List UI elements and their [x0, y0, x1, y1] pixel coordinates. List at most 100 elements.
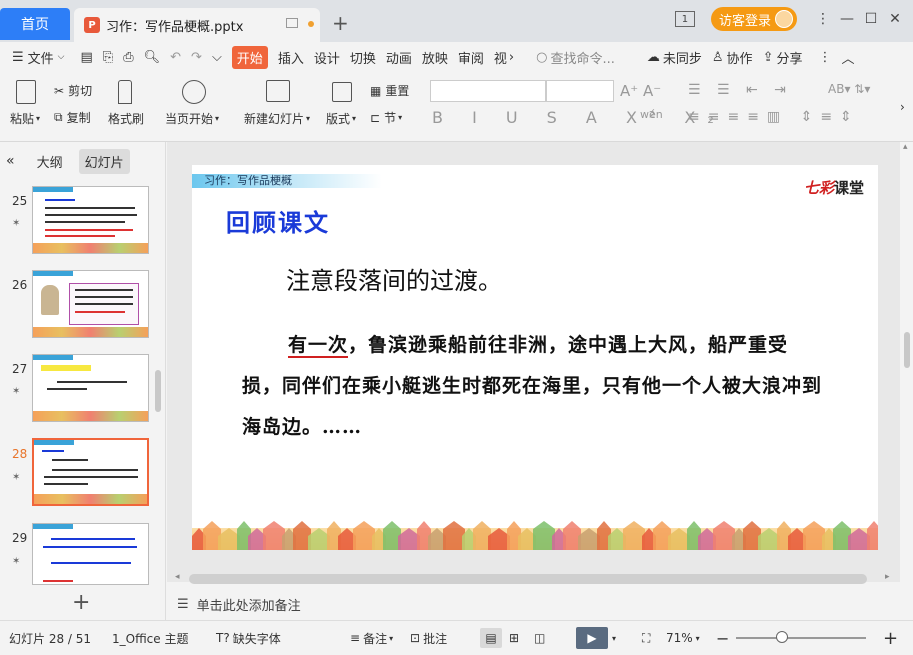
cut-button[interactable]: ✂ 剪切 [54, 82, 92, 99]
maximize-button[interactable]: ☐ [859, 11, 883, 27]
status-bar: 幻灯片 28 / 51 1_Office 主题 T? 缺失字体 ≡ 备注 ▾ ⊡ 批注 … [0, 620, 913, 655]
slide-subtitle[interactable]: 注意段落间的过渡。 [286, 261, 502, 296]
command-search-placeholder: 查找命令... [550, 51, 615, 67]
menu-tab-design[interactable]: 设计 [314, 48, 340, 67]
reading-view-icon[interactable]: ◫ [534, 631, 545, 645]
fit-window-icon[interactable]: ⛶ [642, 631, 650, 646]
print-preview-icon[interactable]: 🔍︎ [144, 50, 161, 65]
comments-toggle[interactable]: ⊡ 批注 [410, 630, 447, 647]
font-size-select[interactable] [546, 80, 614, 102]
collab-button[interactable]: ♙ 协作 [712, 48, 753, 67]
pinyin-icon[interactable]: wén [640, 108, 663, 121]
document-tab[interactable]: P 习作：写作品梗概.pptx [74, 8, 320, 42]
brush-icon [118, 80, 132, 104]
menu-tab-transition[interactable]: 切换 [350, 48, 376, 67]
copy-button[interactable]: ⧉ 复制 [54, 109, 91, 126]
home-tab[interactable]: 首页 [0, 8, 70, 40]
slide-thumb-25[interactable] [32, 186, 149, 254]
file-menu[interactable]: ☰ 文件 ⌵ [12, 48, 65, 67]
vertical-scroll-thumb[interactable] [904, 332, 910, 368]
section-label: 节 [384, 111, 397, 125]
unsaved-dot-icon [308, 21, 314, 27]
from-current-button[interactable]: 当页开始 ▾ [165, 110, 219, 127]
horizontal-scrollbar[interactable] [189, 574, 867, 584]
print-icon[interactable]: ⎙ [123, 50, 133, 65]
new-slide-button[interactable]: 新建幻灯片 ▾ [244, 110, 310, 127]
more-chevron-icon[interactable]: ⌵ [212, 50, 222, 65]
export-icon[interactable]: ⎘ [103, 50, 113, 65]
guest-login-button[interactable]: 访客登录 [710, 7, 797, 31]
unsync-label: 未同步 [662, 51, 702, 67]
zoom-level[interactable]: 71% ▾ [666, 631, 700, 645]
close-button[interactable]: ✕ [883, 11, 907, 27]
zoom-out-button[interactable]: − [716, 629, 729, 648]
reset-label: 重置 [385, 84, 410, 98]
font-style-icons[interactable]: B I U S A X² X₂ [432, 108, 726, 127]
slide-thumb-27[interactable] [32, 354, 149, 422]
minimize-button[interactable]: — [835, 11, 859, 27]
zoom-slider[interactable] [736, 637, 866, 639]
missing-font-button[interactable]: T? 缺失字体 [216, 630, 281, 647]
menu-tab-insert[interactable]: 插入 [278, 48, 304, 67]
zoom-slider-handle[interactable] [776, 631, 788, 643]
scroll-up-icon[interactable]: ▴ [903, 142, 908, 152]
menu-tab-home[interactable]: 开始 [231, 45, 268, 69]
menu-tab-slideshow[interactable]: 放映 [422, 48, 448, 67]
share-button[interactable]: ⇪ 分享 [763, 48, 803, 67]
monitor-icon[interactable] [286, 18, 298, 28]
pane-scrollbar[interactable] [155, 370, 161, 412]
menu-scroll-right-icon[interactable]: › [509, 50, 514, 65]
collapse-pane-icon[interactable]: « [6, 153, 15, 169]
font-grow-icon[interactable]: A⁺ A⁻ [620, 82, 661, 100]
workspace-badge[interactable]: 1 [674, 11, 695, 27]
notes-placeholder: 单击此处添加备注 [196, 598, 301, 614]
ribbon-scroll-icon[interactable]: › [900, 100, 905, 114]
notes-toggle[interactable]: ≡ 备注 ▾ [350, 630, 393, 647]
tab-slides[interactable]: 幻灯片 [78, 148, 130, 174]
menu-tab-view[interactable]: 视 [494, 48, 507, 67]
hamburger-icon: ☰ [12, 49, 24, 65]
layout-button[interactable]: 版式 ▾ [326, 110, 356, 127]
document-tab-title: 习作：写作品梗概.pptx [106, 19, 244, 35]
tab-outline[interactable]: 大纲 [37, 152, 63, 171]
normal-view-icon[interactable]: ▤ [480, 628, 502, 648]
new-tab-button[interactable]: + [332, 11, 349, 35]
new-slide-icon [266, 80, 290, 102]
grid-view-icon[interactable]: ⊞ [509, 631, 519, 645]
save-icon[interactable]: ▤ [81, 50, 93, 65]
current-slide[interactable]: 习作：写作品梗概 七彩课堂 回顾课文 注意段落间的过渡。 有一次，鲁滨逊乘船前往… [192, 165, 878, 550]
theme-name[interactable]: 1_Office 主题 [112, 630, 188, 647]
notes-bar[interactable]: ☰ 单击此处添加备注 [167, 591, 900, 617]
play-slideshow-button[interactable]: ▶ ▾ [576, 627, 616, 649]
collapse-ribbon-icon[interactable]: ︿ [841, 48, 854, 67]
zoom-in-button[interactable]: + [883, 628, 898, 649]
slide-paragraph[interactable]: 有一次，鲁滨逊乘船前往非洲，途中遇上大风，船严重受损，同伴们在乘小艇逃生时都死在… [242, 325, 822, 448]
list-icons[interactable]: ☰ ☰ ⇤ ⇥ [688, 82, 792, 98]
add-slide-button[interactable]: + [72, 590, 90, 615]
search-icon: ○ [536, 49, 548, 65]
scroll-left-icon[interactable]: ◂ [175, 572, 180, 582]
undo-icon[interactable]: ↶ [170, 50, 181, 65]
command-search[interactable]: ○ 查找命令... [536, 48, 615, 67]
more-options-icon[interactable]: ⋮ [818, 50, 831, 65]
text-direction-icon[interactable]: AB▾ ⇅▾ [828, 82, 870, 96]
redo-icon[interactable]: ↷ [191, 50, 202, 65]
section-button[interactable]: ⊏ 节 ▾ [370, 109, 402, 126]
slide-thumb-26[interactable] [32, 270, 149, 338]
menu-tab-animation[interactable]: 动画 [386, 48, 412, 67]
vertical-scrollbar[interactable]: ▴ [901, 142, 913, 582]
reset-button[interactable]: ▦ 重置 [370, 82, 409, 99]
paste-button[interactable]: 粘贴 ▾ [10, 110, 40, 127]
scroll-right-icon[interactable]: ▸ [885, 572, 890, 582]
slide-thumb-28[interactable] [32, 438, 149, 506]
menu-tab-review[interactable]: 审阅 [458, 48, 484, 67]
slide-heading[interactable]: 回顾课文 [226, 203, 330, 238]
font-family-select[interactable] [430, 80, 546, 102]
pencil-decoration [713, 521, 735, 550]
menu-dots-icon[interactable]: ⋮ [811, 11, 835, 27]
unsync-button[interactable]: ☁ 未同步 [647, 48, 702, 67]
format-painter-button[interactable]: 格式刷 [108, 110, 144, 127]
animation-star-icon: ✶ [12, 218, 21, 229]
slide-thumb-29[interactable] [32, 523, 149, 585]
align-icons[interactable]: ≡≡≡≡▥ ⇕≡⇕ [688, 109, 860, 125]
